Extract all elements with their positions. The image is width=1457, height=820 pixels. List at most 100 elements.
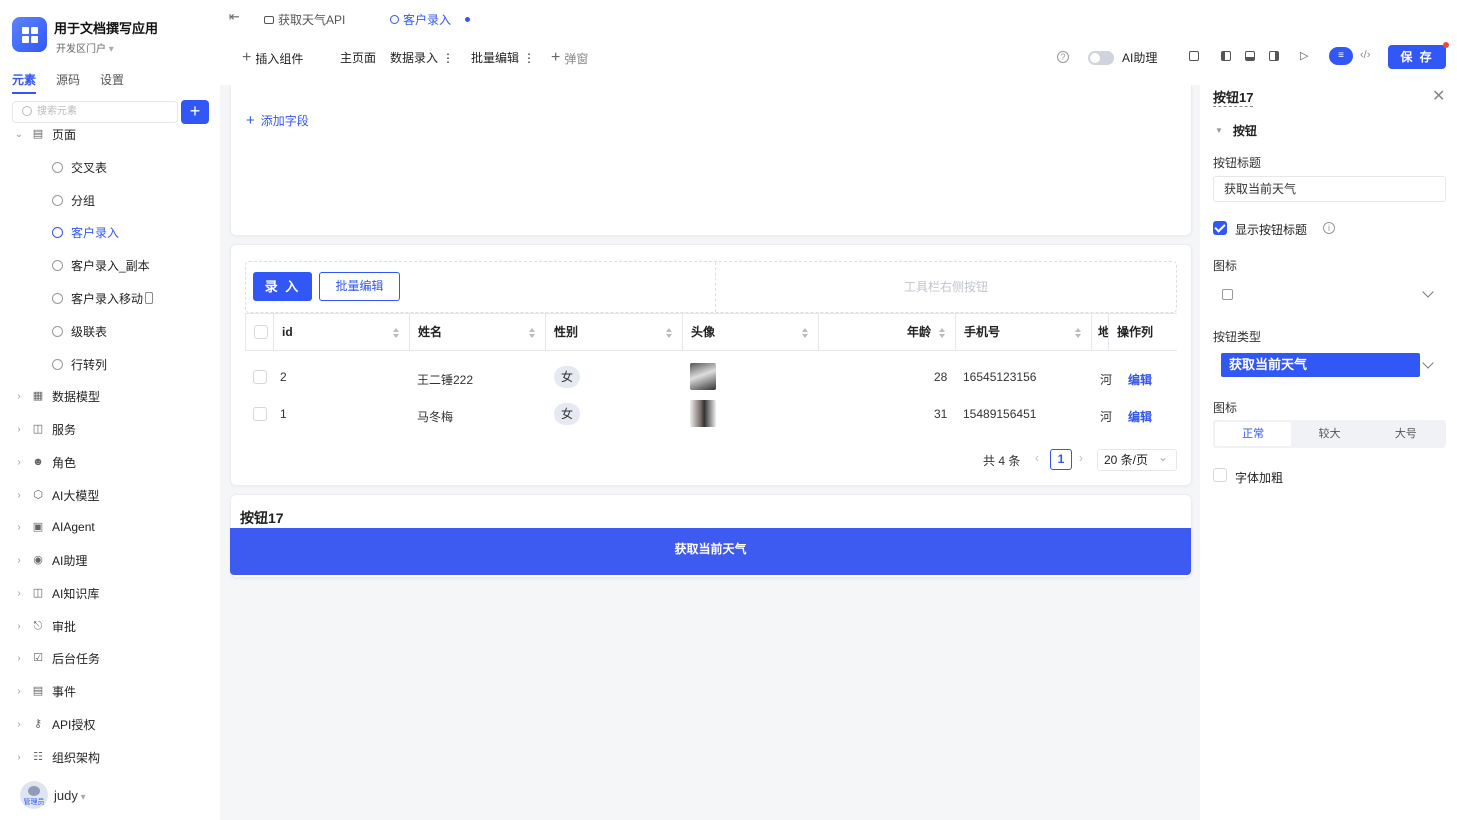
tree-group-aiagent[interactable]: › ▣ AIAgent [14, 516, 94, 538]
sort-icon[interactable] [666, 328, 672, 338]
column-header-id[interactable]: id [274, 314, 410, 351]
tree-group-knowledge[interactable]: › ◫ AI知识库 [14, 582, 99, 604]
column-header-name[interactable]: 姓名 [410, 314, 546, 351]
column-header-address[interactable]: 地 [1092, 314, 1109, 351]
design-mode-icon[interactable]: ≡ [1329, 47, 1353, 65]
user-menu[interactable]: 管理员 judy [20, 781, 86, 809]
cell-phone: 15489156451 [963, 407, 1037, 421]
tab-weather-api[interactable]: 获取天气API [264, 11, 345, 28]
get-weather-button[interactable]: 获取当前天气 [230, 528, 1191, 575]
tree-group-approval[interactable]: › ⎋ 审批 [14, 615, 76, 637]
avatar: 管理员 [20, 781, 48, 809]
tree-page-item[interactable]: 行转列 [52, 353, 107, 375]
tree-page-item[interactable]: 客户录入移动 [52, 287, 154, 309]
save-button[interactable]: 保 存 [1388, 45, 1446, 69]
unsaved-dot [465, 17, 471, 22]
page-number-button[interactable]: 1 [1050, 449, 1072, 470]
show-title-label: 显示按钮标题 [1235, 223, 1308, 237]
sort-icon[interactable] [802, 328, 808, 338]
ai-assistant-toggle[interactable] [1088, 51, 1114, 65]
home-page-button[interactable]: 主页面 [340, 49, 376, 66]
stamp-icon: ⎋ [33, 620, 43, 632]
button-title-input[interactable]: 获取当前天气 [1213, 176, 1446, 202]
sort-icon[interactable] [393, 328, 399, 338]
avatar-image [690, 400, 716, 427]
caret-down-icon: ▼ [1215, 126, 1223, 135]
ai-icon: ◉ [33, 554, 43, 566]
tree-group-org[interactable]: › ☷ 组织架构 [14, 746, 100, 768]
data-entry-menu[interactable]: 数据录入 ⋮ [390, 49, 454, 66]
add-element-button[interactable]: + [181, 100, 209, 124]
toolbar-right-placeholder[interactable]: 工具栏右侧按钮 [715, 262, 1176, 312]
sort-icon[interactable] [1075, 328, 1081, 338]
tree-group-event[interactable]: › ▤ 事件 [14, 680, 76, 702]
tree-group-background-task[interactable]: › ☑ 后台任务 [14, 647, 100, 669]
tab-elements[interactable]: 元素 [12, 71, 37, 94]
tree-page-item[interactable]: 交叉表 [52, 156, 107, 178]
popup-button[interactable]: + 弹窗 [551, 49, 588, 67]
tree-group-data-model[interactable]: › ▦ 数据模型 [14, 385, 100, 407]
org-chart-icon: ☷ [33, 751, 43, 763]
help-icon[interactable]: ? [1057, 51, 1069, 63]
select-all-checkbox[interactable] [254, 325, 268, 339]
tree-group-role[interactable]: › ☻ 角色 [14, 451, 76, 473]
cell-name: 马冬梅 [417, 410, 454, 424]
tree-page-item[interactable]: 分组 [52, 189, 95, 211]
insert-component-button[interactable]: + 插入组件 [242, 49, 303, 67]
batch-edit-button[interactable]: 批量编辑 [319, 272, 400, 301]
component-name[interactable]: 按钮17 [1213, 87, 1254, 107]
table-icon: ▦ [32, 390, 44, 402]
code-icon[interactable]: ‹/› [1360, 49, 1370, 61]
edit-link[interactable]: 编辑 [1128, 408, 1152, 425]
tab-settings[interactable]: 设置 [100, 71, 124, 94]
column-header-age[interactable]: 年龄 [819, 314, 956, 351]
add-field-button[interactable]: + 添加字段 [246, 112, 309, 129]
collapse-sidebar-icon[interactable]: ⇤ [229, 9, 240, 25]
row-checkbox[interactable] [253, 407, 267, 421]
size-option-large[interactable]: 较大 [1291, 422, 1367, 446]
next-page-icon[interactable]: › [1079, 451, 1083, 465]
tab-source[interactable]: 源码 [56, 71, 80, 94]
tree-group-llm[interactable]: › ⬡ AI大模型 [14, 484, 99, 506]
row-checkbox[interactable] [253, 370, 267, 384]
tab-customer-entry[interactable]: 客户录入 [390, 11, 471, 28]
close-icon[interactable]: ✕ [1432, 86, 1445, 106]
size-option-xlarge[interactable]: 大号 [1368, 422, 1444, 446]
chevron-right-icon: › [17, 489, 21, 501]
tree-group-service[interactable]: › ◫ 服务 [14, 418, 76, 440]
tree-page-item[interactable]: 客户录入_副本 [52, 254, 150, 276]
tree-page-item[interactable]: 级联表 [52, 320, 107, 342]
tree-group-api-auth[interactable]: › ⚷ API授权 [14, 713, 95, 735]
entry-button[interactable]: 录 入 [253, 272, 312, 301]
page-size-select[interactable]: 20 条/页 [1097, 447, 1177, 471]
column-header-gender[interactable]: 性别 [546, 314, 683, 351]
show-title-checkbox[interactable] [1213, 221, 1227, 235]
select-all-cell [245, 314, 274, 351]
bold-font-checkbox[interactable] [1213, 468, 1227, 482]
tree-root-page[interactable]: ⌄ ▤ 页面 [14, 123, 76, 145]
image-icon[interactable] [1222, 289, 1233, 300]
form-block [230, 85, 1192, 236]
batch-edit-menu[interactable]: 批量编辑 ⋮ [471, 49, 535, 66]
sort-icon[interactable] [939, 328, 945, 338]
page-icon [52, 194, 63, 206]
column-header-phone[interactable]: 手机号 [956, 314, 1092, 351]
sort-icon[interactable] [529, 328, 535, 338]
button-type-select[interactable]: 获取当前天气 [1221, 353, 1420, 377]
layout-left-icon[interactable] [1221, 51, 1231, 61]
layout-grid-icon[interactable] [1189, 51, 1199, 61]
layout-right-icon[interactable] [1269, 51, 1279, 61]
prev-page-icon[interactable]: ‹ [1035, 451, 1039, 465]
info-icon[interactable]: i [1323, 222, 1335, 234]
section-header-button[interactable]: ▼ 按钮 [1215, 122, 1257, 139]
search-input[interactable]: 搜索元素 [12, 101, 178, 123]
layout-bottom-icon[interactable] [1245, 51, 1255, 61]
tree-group-ai-assistant[interactable]: › ◉ AI助理 [14, 549, 87, 571]
play-icon[interactable]: ▷ [1300, 49, 1308, 62]
tree-page-item-selected[interactable]: 客户录入 [52, 221, 119, 243]
portal-selector[interactable]: 开发区门户 [56, 40, 114, 55]
edit-link[interactable]: 编辑 [1128, 371, 1152, 388]
cell-age: 28 [934, 370, 948, 384]
column-header-avatar[interactable]: 头像 [683, 314, 819, 351]
size-option-normal[interactable]: 正常 [1215, 422, 1292, 446]
